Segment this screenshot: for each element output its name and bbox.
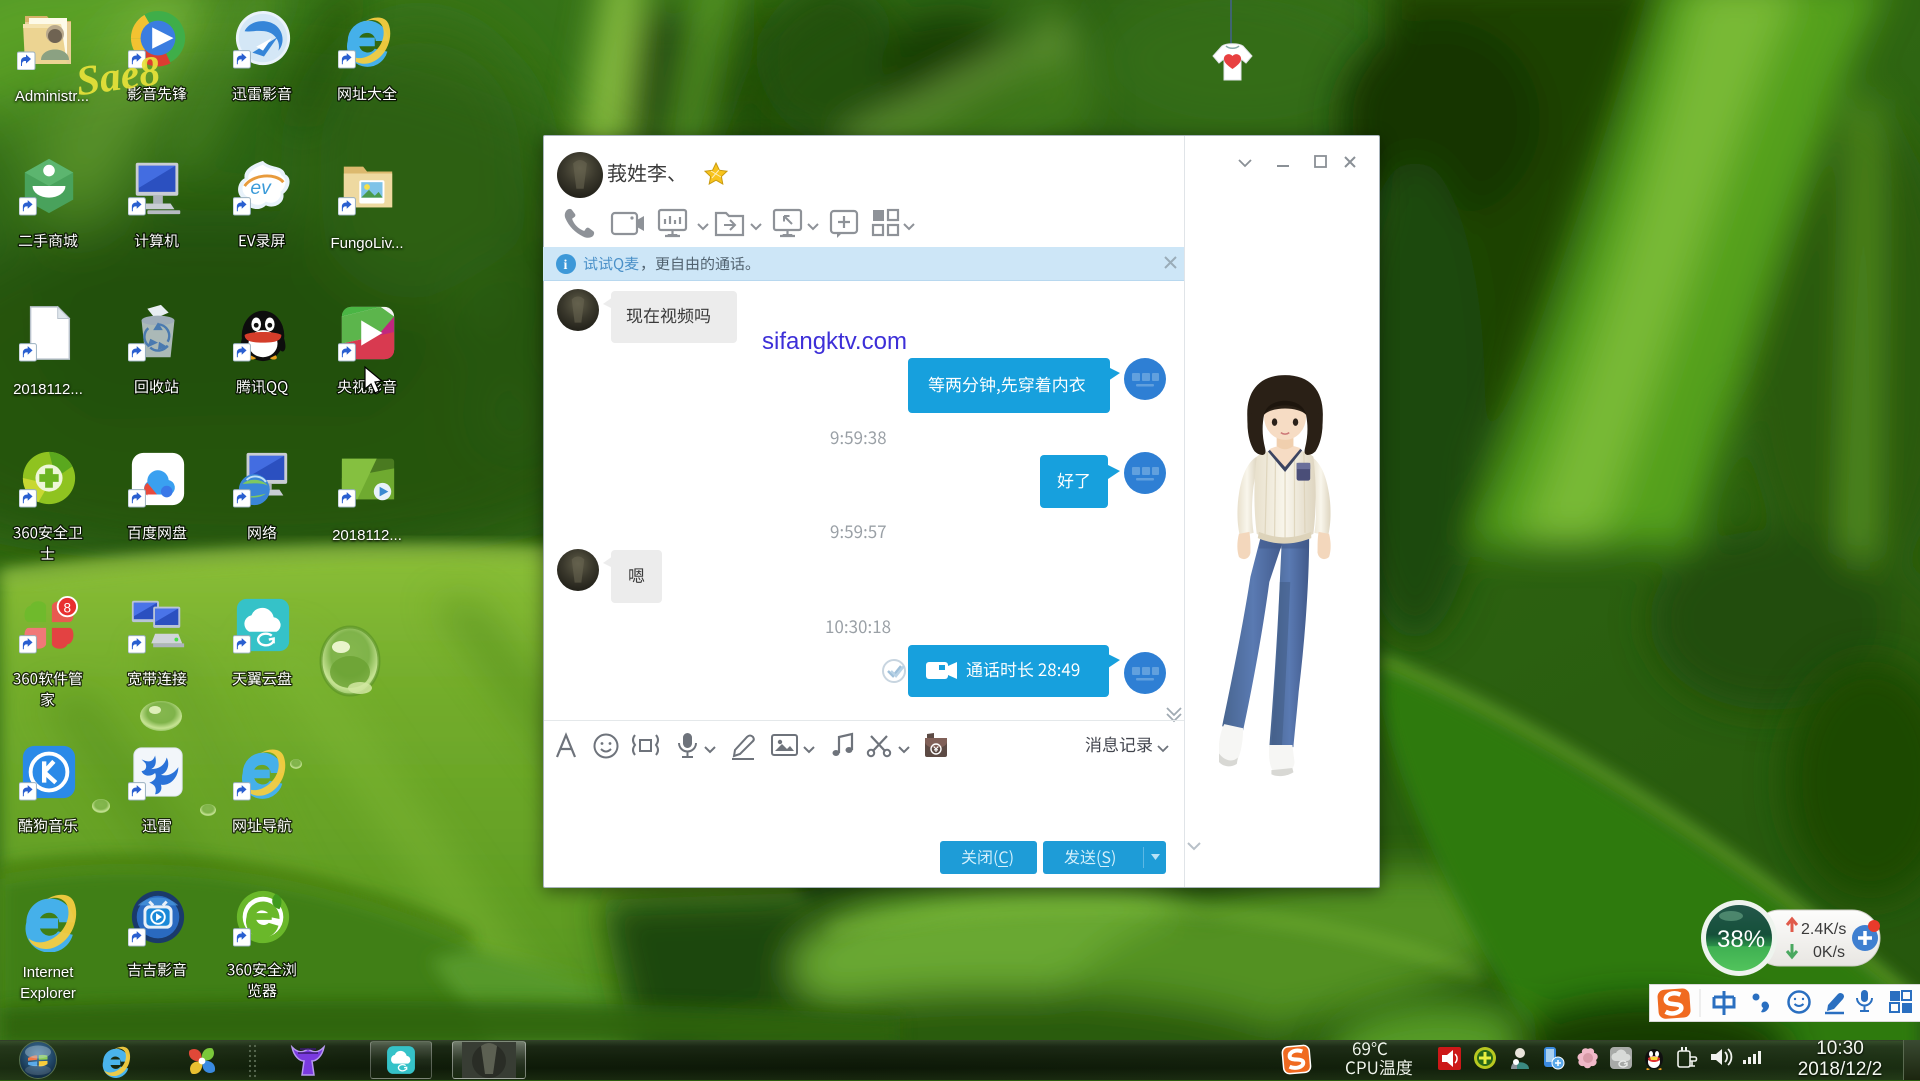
svg-text:Sae8: Sae8	[73, 48, 163, 105]
svg-text:i: i	[564, 258, 568, 273]
svg-text:38%: 38%	[1717, 926, 1765, 953]
svg-text:0K/s: 0K/s	[1813, 944, 1845, 961]
svg-text:2.4K/s: 2.4K/s	[1801, 921, 1846, 938]
svg-text:8: 8	[64, 600, 72, 615]
